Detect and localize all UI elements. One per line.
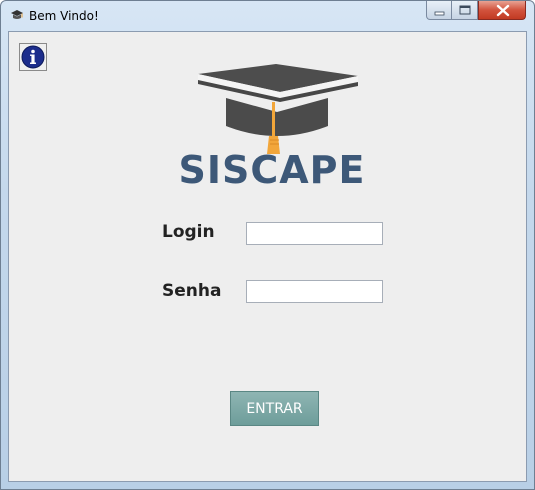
- info-icon: [21, 45, 45, 69]
- minimize-button[interactable]: [426, 1, 452, 20]
- title-bar[interactable]: Bem Vindo!: [1, 1, 534, 31]
- graduation-cap-icon: [11, 10, 23, 19]
- login-label: Login: [162, 222, 215, 242]
- app-window: Bem Vindo! SISCAPE Login Senha ENTRAR: [0, 0, 535, 490]
- login-input[interactable]: [246, 222, 383, 245]
- graduation-cap-icon: [198, 64, 358, 154]
- info-button[interactable]: [19, 43, 47, 71]
- senha-input[interactable]: [246, 280, 383, 303]
- enter-button[interactable]: ENTRAR: [230, 391, 319, 426]
- client-area: SISCAPE Login Senha ENTRAR: [8, 31, 527, 482]
- maximize-button[interactable]: [452, 1, 478, 20]
- close-button[interactable]: [478, 1, 526, 20]
- window-title: Bem Vindo!: [29, 9, 99, 23]
- minimize-icon: [434, 11, 445, 16]
- brand-title: SISCAPE: [178, 148, 366, 192]
- senha-label: Senha: [162, 281, 222, 301]
- close-icon: [496, 4, 510, 17]
- maximize-icon: [459, 5, 471, 15]
